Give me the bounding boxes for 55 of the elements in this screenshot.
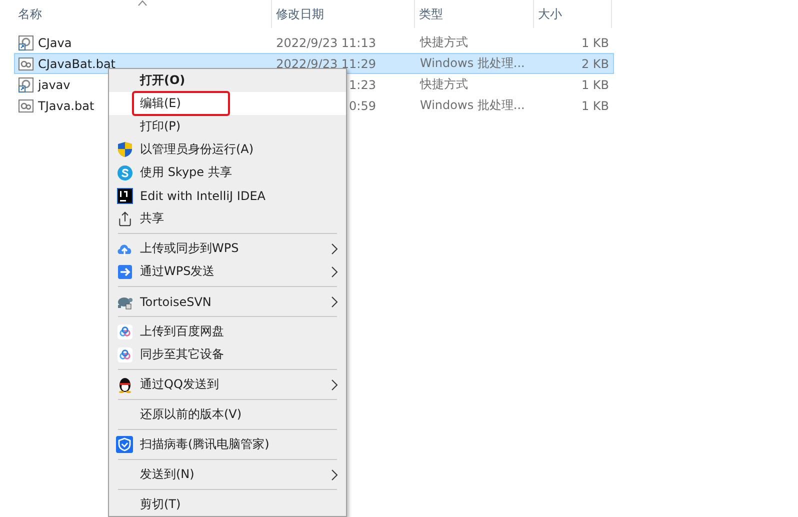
column-header[interactable]: 类型 [415,0,534,28]
column-header[interactable]: 修改日期 [272,0,415,28]
cloud-rings-icon [116,324,132,340]
date-cell-text: 2022/9/23 11:29 [275,56,376,70]
size-cell-text: 1 KB [580,36,610,50]
date-cell-text: 1:23 [348,78,376,92]
menu-item[interactable]: 共享 [109,207,346,230]
date-cell-text: 2022/9/23 11:13 [275,36,376,50]
menu-item[interactable]: 发送到(N) [109,463,346,486]
menu-item[interactable]: 上传或同步到WPS [109,237,346,260]
file-name[interactable]: CJava [38,36,72,50]
ide-icon [116,188,132,204]
menu-item[interactable]: 通过WPS发送 [109,260,346,283]
menu-item[interactable]: 上传到百度网盘 [109,320,346,343]
menu-item[interactable]: 同步至其它设备 [109,343,346,366]
chevron-right-icon [331,379,338,391]
penguin-icon [116,376,132,393]
menu-item[interactable]: 扫描病毒(腾讯电脑管家) [109,433,346,456]
date-cell-text: 0:59 [348,98,376,112]
size-cell-text: 1 KB [580,98,610,112]
shortcut-icon [18,34,34,50]
chevron-right-icon [331,243,338,255]
column-header[interactable]: 名称 [14,0,272,28]
size-cell-text: 2 KB [580,56,610,70]
menu-item[interactable]: 以管理员身份运行(A) [109,138,346,161]
file-name[interactable]: TJava.bat [38,98,94,112]
type-cell-text: Windows 批处理... [419,55,526,72]
menu-item[interactable]: 通过QQ发送到 [109,373,346,396]
type-cell-text: Windows 批处理... [419,97,526,114]
size-cell-text: 1 KB [580,78,610,92]
menu-item[interactable]: 还原以前的版本(V) [109,403,346,426]
skype-icon [116,164,132,180]
cloud-rings-icon [116,346,132,362]
chevron-right-icon [331,296,338,308]
file-name[interactable]: javav [38,78,70,92]
share-icon [116,210,132,226]
sort-caret-icon [138,0,146,6]
column-header[interactable]: 大小 [534,0,612,28]
chevron-right-icon [331,266,338,278]
menu-item[interactable]: 打印(P) [109,115,346,138]
menu-item[interactable]: 打开(O) [109,69,346,92]
type-cell-text: 快捷方式 [418,34,469,51]
menu-item[interactable]: 剪切(T) [109,493,346,516]
menu-item[interactable]: 使用 Skype 共享 [109,161,346,184]
menu-item[interactable]: 编辑(E) [109,92,346,115]
file-name[interactable]: CJavaBat.bat [38,56,116,70]
type-cell-text: 快捷方式 [418,76,469,93]
menu-item[interactable]: TortoiseSVN [109,290,346,313]
shortcut-icon [18,76,34,92]
menu-item[interactable]: Edit with IntelliJ IDEA [109,184,346,207]
guard-shield-icon [116,436,133,453]
shield-icon [116,141,132,158]
chevron-right-icon [331,469,338,481]
gear-file-icon [18,98,34,114]
gear-file-icon [18,56,34,72]
